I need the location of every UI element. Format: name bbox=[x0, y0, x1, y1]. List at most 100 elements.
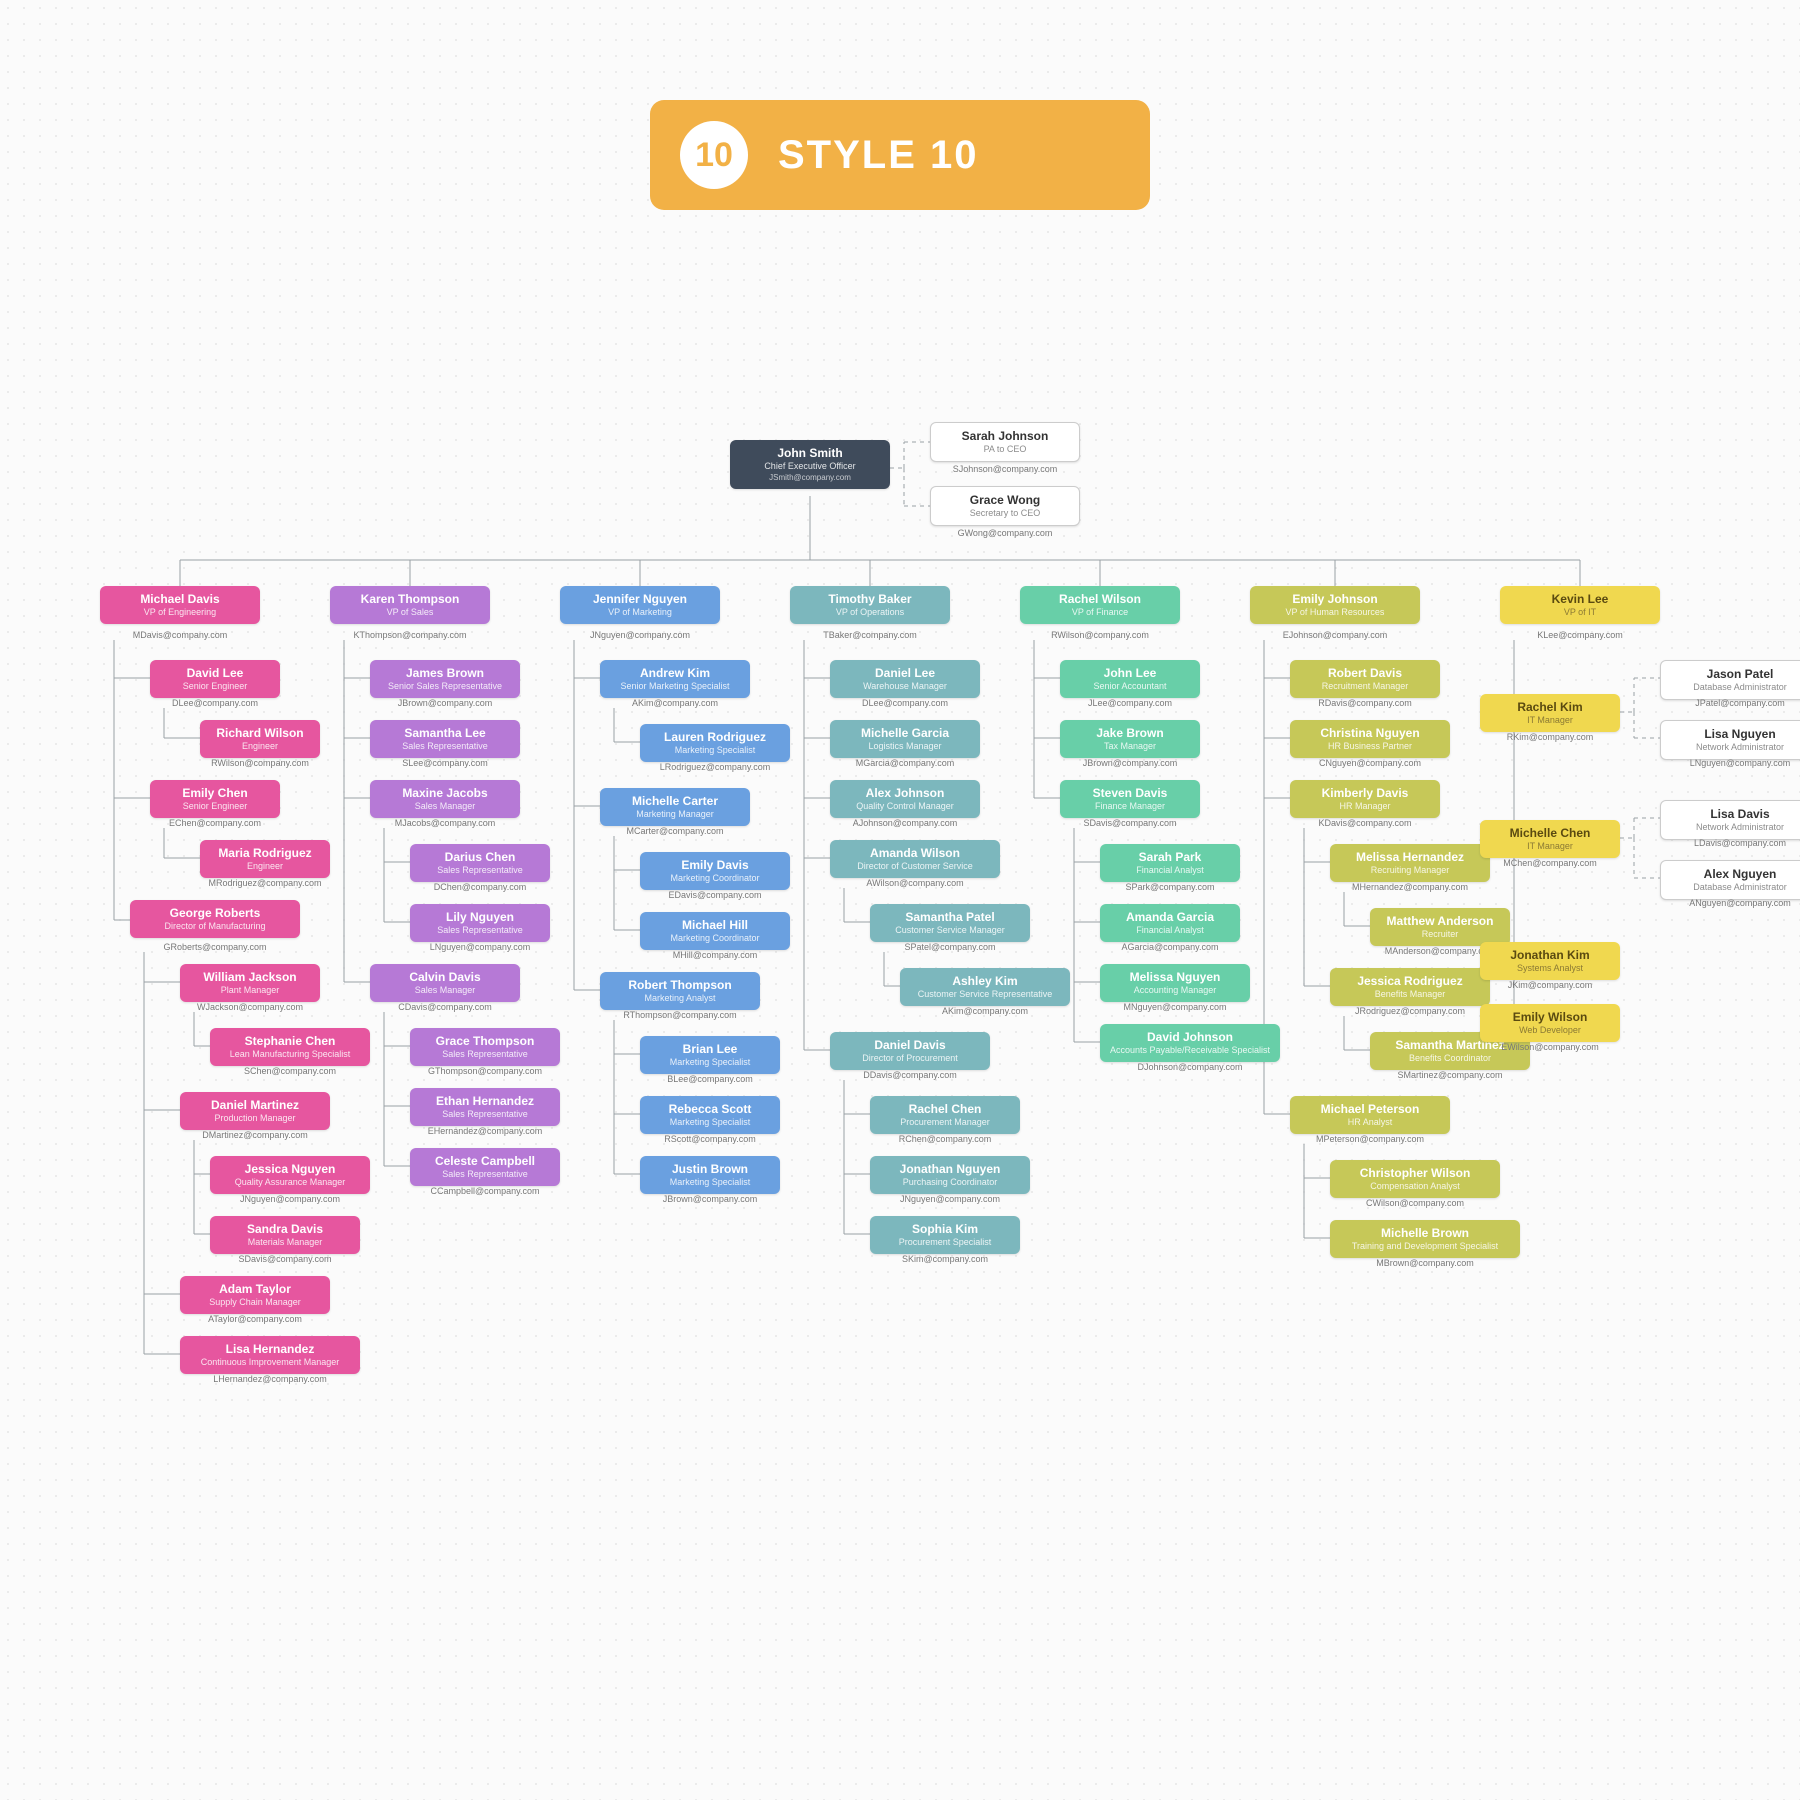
person-email: CDavis@company.com bbox=[370, 1002, 520, 1012]
person-name: Sarah Park bbox=[1104, 850, 1236, 864]
person-name: Justin Brown bbox=[644, 1162, 776, 1176]
person-title: Sales Representative bbox=[414, 1048, 556, 1060]
person-email: ATaylor@company.com bbox=[180, 1314, 330, 1324]
person-email: JRodriguez@company.com bbox=[1330, 1006, 1490, 1016]
org-node: Brian LeeMarketing Specialist bbox=[640, 1036, 780, 1074]
person-email: ANguyen@company.com bbox=[1660, 898, 1800, 908]
person-name: Jason Patel bbox=[1665, 667, 1800, 681]
person-title: Quality Control Manager bbox=[834, 800, 976, 812]
person-title: Compensation Analyst bbox=[1334, 1180, 1496, 1192]
person-title: Financial Analyst bbox=[1104, 864, 1236, 876]
person-title: VP of Human Resources bbox=[1254, 606, 1416, 618]
person-name: Darius Chen bbox=[414, 850, 546, 864]
org-node: Richard WilsonEngineer bbox=[200, 720, 320, 758]
person-title: VP of Operations bbox=[794, 606, 946, 618]
person-name: Emily Davis bbox=[644, 858, 786, 872]
person-title: Lean Manufacturing Specialist bbox=[214, 1048, 366, 1060]
person-title: Customer Service Manager bbox=[874, 924, 1026, 936]
person-email: JLee@company.com bbox=[1060, 698, 1200, 708]
person-name: Daniel Davis bbox=[834, 1038, 986, 1052]
person-name: Richard Wilson bbox=[204, 726, 316, 740]
person-name: Kimberly Davis bbox=[1294, 786, 1436, 800]
person-email: RChen@company.com bbox=[870, 1134, 1020, 1144]
person-email: GRoberts@company.com bbox=[130, 942, 300, 952]
person-title: Senior Sales Representative bbox=[374, 680, 516, 692]
person-name: Michelle Garcia bbox=[834, 726, 976, 740]
person-name: Christina Nguyen bbox=[1294, 726, 1446, 740]
person-name: Jonathan Nguyen bbox=[874, 1162, 1026, 1176]
org-node: Michelle ChenIT Manager bbox=[1480, 820, 1620, 858]
org-node: Grace WongSecretary to CEO bbox=[930, 486, 1080, 526]
person-name: Michael Hill bbox=[644, 918, 786, 932]
org-node: Rachel KimIT Manager bbox=[1480, 694, 1620, 732]
person-email: EChen@company.com bbox=[150, 818, 280, 828]
person-name: Melissa Hernandez bbox=[1334, 850, 1486, 864]
person-name: George Roberts bbox=[134, 906, 296, 920]
org-node: Rebecca ScottMarketing Specialist bbox=[640, 1096, 780, 1134]
person-email: EJohnson@company.com bbox=[1250, 630, 1420, 640]
person-title: Recruiter bbox=[1374, 928, 1506, 940]
org-node: Rachel WilsonVP of Finance bbox=[1020, 586, 1180, 624]
person-name: Melissa Nguyen bbox=[1104, 970, 1246, 984]
org-node: Emily ChenSenior Engineer bbox=[150, 780, 280, 818]
person-email: LDavis@company.com bbox=[1660, 838, 1800, 848]
org-node: Adam TaylorSupply Chain Manager bbox=[180, 1276, 330, 1314]
person-email: AJohnson@company.com bbox=[830, 818, 980, 828]
person-name: Adam Taylor bbox=[184, 1282, 326, 1296]
org-node: Melissa NguyenAccounting Manager bbox=[1100, 964, 1250, 1002]
org-node: Jonathan NguyenPurchasing Coordinator bbox=[870, 1156, 1030, 1194]
org-node: Michael PetersonHR Analyst bbox=[1290, 1096, 1450, 1134]
org-node: Lisa DavisNetwork Administrator bbox=[1660, 800, 1800, 840]
person-title: Database Administrator bbox=[1665, 881, 1800, 893]
person-email: AGarcia@company.com bbox=[1100, 942, 1240, 952]
person-email: EDavis@company.com bbox=[640, 890, 790, 900]
org-node: Jessica NguyenQuality Assurance Manager bbox=[210, 1156, 370, 1194]
org-node: Michael DavisVP of Engineering bbox=[100, 586, 260, 624]
person-title: Plant Manager bbox=[184, 984, 316, 996]
person-name: Stephanie Chen bbox=[214, 1034, 366, 1048]
org-node: Ethan HernandezSales Representative bbox=[410, 1088, 560, 1126]
person-title: Quality Assurance Manager bbox=[214, 1176, 366, 1188]
person-email: EWilson@company.com bbox=[1480, 1042, 1620, 1052]
person-name: John Smith bbox=[734, 446, 886, 460]
person-title: Training and Development Specialist bbox=[1334, 1240, 1516, 1252]
person-title: Accounting Manager bbox=[1104, 984, 1246, 996]
org-node: Christopher WilsonCompensation Analyst bbox=[1330, 1160, 1500, 1198]
person-email: SDavis@company.com bbox=[1060, 818, 1200, 828]
person-name: Steven Davis bbox=[1064, 786, 1196, 800]
person-name: Rachel Kim bbox=[1484, 700, 1616, 714]
person-email: EHernandez@company.com bbox=[410, 1126, 560, 1136]
org-node: Rachel ChenProcurement Manager bbox=[870, 1096, 1020, 1134]
person-name: Jake Brown bbox=[1064, 726, 1196, 740]
person-title: Recruitment Manager bbox=[1294, 680, 1436, 692]
person-name: Rachel Wilson bbox=[1024, 592, 1176, 606]
person-title: Sales Representative bbox=[414, 864, 546, 876]
person-title: VP of Engineering bbox=[104, 606, 256, 618]
person-name: Rachel Chen bbox=[874, 1102, 1016, 1116]
person-email: JNguyen@company.com bbox=[870, 1194, 1030, 1204]
person-name: Samantha Patel bbox=[874, 910, 1026, 924]
org-node: Lily NguyenSales Representative bbox=[410, 904, 550, 942]
person-email: MCarter@company.com bbox=[600, 826, 750, 836]
org-node: Michelle BrownTraining and Development S… bbox=[1330, 1220, 1520, 1258]
org-node: Christina NguyenHR Business Partner bbox=[1290, 720, 1450, 758]
person-name: David Lee bbox=[154, 666, 276, 680]
person-title: Engineer bbox=[204, 740, 316, 752]
org-node: Jessica RodriguezBenefits Manager bbox=[1330, 968, 1490, 1006]
person-name: Maria Rodriguez bbox=[204, 846, 326, 860]
person-email: CWilson@company.com bbox=[1330, 1198, 1500, 1208]
style-number: 10 bbox=[680, 121, 748, 189]
person-email: JNguyen@company.com bbox=[210, 1194, 370, 1204]
person-name: Kevin Lee bbox=[1504, 592, 1656, 606]
person-title: Network Administrator bbox=[1665, 741, 1800, 753]
person-email: SPatel@company.com bbox=[870, 942, 1030, 952]
person-name: Alex Nguyen bbox=[1665, 867, 1800, 881]
person-title: Senior Engineer bbox=[154, 800, 276, 812]
person-title: Secretary to CEO bbox=[935, 507, 1075, 519]
person-name: James Brown bbox=[374, 666, 516, 680]
person-email: KThompson@company.com bbox=[330, 630, 490, 640]
person-email: JPatel@company.com bbox=[1660, 698, 1800, 708]
person-name: Lily Nguyen bbox=[414, 910, 546, 924]
person-email: SMartinez@company.com bbox=[1370, 1070, 1530, 1080]
org-node: John SmithChief Executive OfficerJSmith@… bbox=[730, 440, 890, 489]
